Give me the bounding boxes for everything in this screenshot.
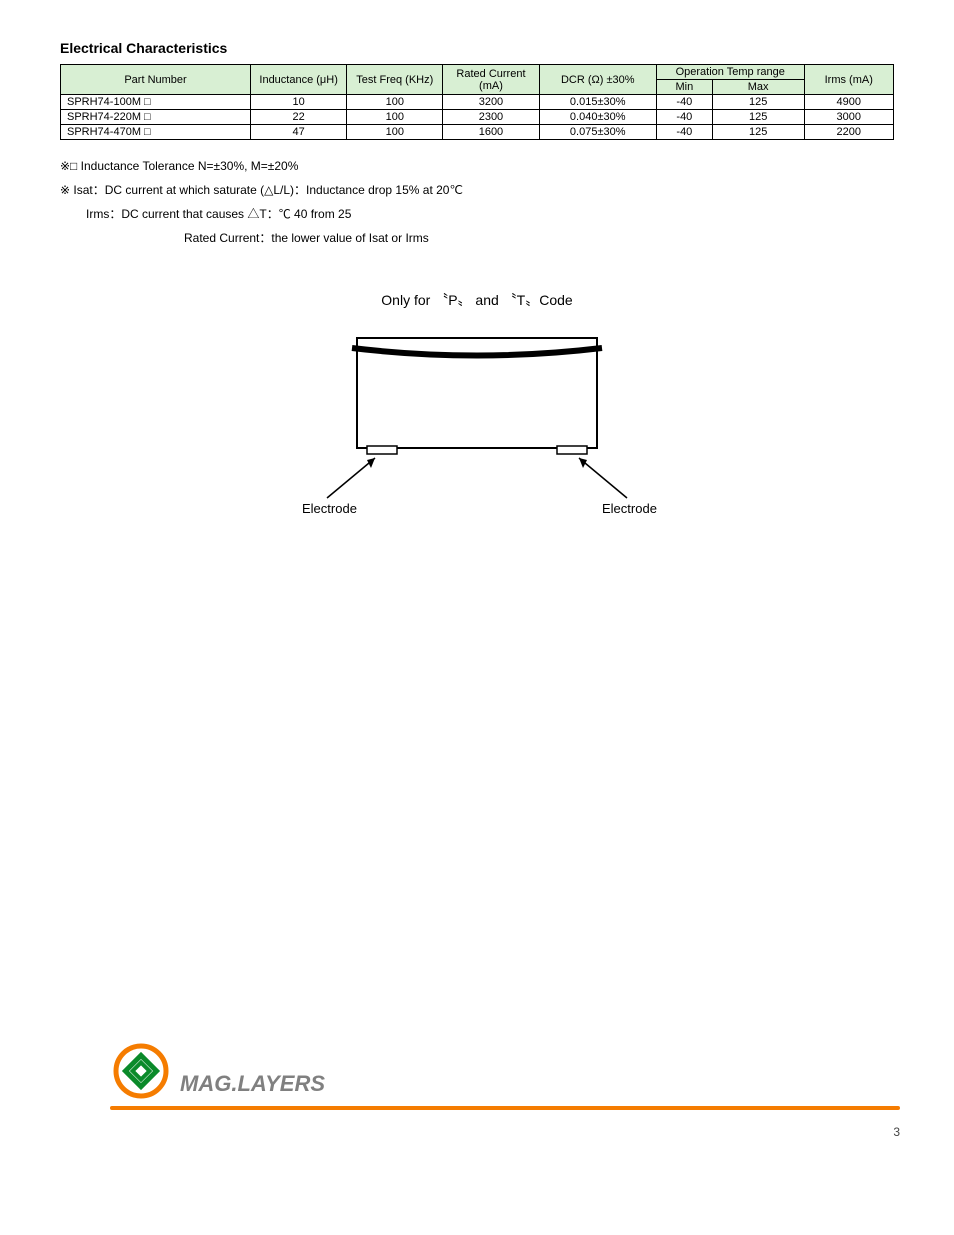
cell-tmin: -40 — [656, 95, 712, 110]
page-number: 3 — [0, 1125, 900, 1139]
note-line: Rated Current：the lower value of Isat or… — [184, 226, 894, 250]
th-temp-min: Min — [656, 80, 712, 95]
cell-freq: 100 — [347, 95, 443, 110]
table-row: SPRH74-470M □ 47 100 1600 0.075±30% -40 … — [61, 125, 894, 140]
th-test-freq: Test Freq (KHz) — [347, 65, 443, 95]
diagram-svg: Electrode Electrode — [257, 318, 697, 538]
cell-dcr: 0.040±30% — [539, 110, 656, 125]
cell-rated: 2300 — [443, 110, 539, 125]
company-logo-icon — [110, 1040, 172, 1105]
cell-tmin: -40 — [656, 110, 712, 125]
table-row: SPRH74-100M □ 10 100 3200 0.015±30% -40 … — [61, 95, 894, 110]
diagram-title: Only for 〝P〟 and 〝T〟Code — [60, 290, 894, 310]
footer-divider — [110, 1106, 900, 1110]
cell-tmax: 125 — [712, 110, 804, 125]
cell-irms: 2200 — [804, 125, 894, 140]
cell-dcr: 0.015±30% — [539, 95, 656, 110]
note-line: ※□ Inductance Tolerance N=±30%, M=±20% — [60, 154, 894, 178]
diagram-section: Only for 〝P〟 and 〝T〟Code Electrode — [60, 290, 894, 538]
cell-ind: 22 — [251, 110, 347, 125]
cell-freq: 100 — [347, 110, 443, 125]
content-area: Electrical Characteristics Part Number I… — [0, 40, 954, 538]
th-dcr: DCR (Ω) ±30% — [539, 65, 656, 95]
cell-irms: 3000 — [804, 110, 894, 125]
table-row: SPRH74-220M □ 22 100 2300 0.040±30% -40 … — [61, 110, 894, 125]
cell-rated: 3200 — [443, 95, 539, 110]
cell-part: SPRH74-220M □ — [61, 110, 251, 125]
cell-ind: 47 — [251, 125, 347, 140]
cell-ind: 10 — [251, 95, 347, 110]
th-inductance: Inductance (μH) — [251, 65, 347, 95]
cell-part: SPRH74-100M □ — [61, 95, 251, 110]
spec-table: Part Number Inductance (μH) Test Freq (K… — [60, 64, 894, 140]
table-header-row: Part Number Inductance (μH) Test Freq (K… — [61, 65, 894, 80]
section-title: Electrical Characteristics — [60, 40, 894, 56]
cell-dcr: 0.075±30% — [539, 125, 656, 140]
cell-irms: 4900 — [804, 95, 894, 110]
cell-tmax: 125 — [712, 125, 804, 140]
note-line: Irms：DC current that causes △T：℃ 40 from… — [86, 202, 894, 226]
electrode-label-left: Electrode — [302, 501, 357, 516]
th-part: Part Number — [61, 65, 251, 95]
page: Electrical Characteristics Part Number I… — [0, 0, 954, 1235]
company-name: MAG.LAYERS — [180, 1071, 325, 1097]
cell-tmin: -40 — [656, 125, 712, 140]
note-line: ※ Isat：DC current at which saturate (△L/… — [60, 178, 894, 202]
th-temp-range: Operation Temp range — [656, 65, 804, 80]
notes-block: ※□ Inductance Tolerance N=±30%, M=±20% ※… — [60, 154, 894, 250]
th-temp-max: Max — [712, 80, 804, 95]
cell-freq: 100 — [347, 125, 443, 140]
cell-part: SPRH74-470M □ — [61, 125, 251, 140]
th-rated-current: Rated Current (mA) — [443, 65, 539, 95]
cell-rated: 1600 — [443, 125, 539, 140]
electrode-label-right: Electrode — [602, 501, 657, 516]
cell-tmax: 125 — [712, 95, 804, 110]
th-irms: Irms (mA) — [804, 65, 894, 95]
inductor-diagram: Electrode Electrode — [60, 318, 894, 538]
